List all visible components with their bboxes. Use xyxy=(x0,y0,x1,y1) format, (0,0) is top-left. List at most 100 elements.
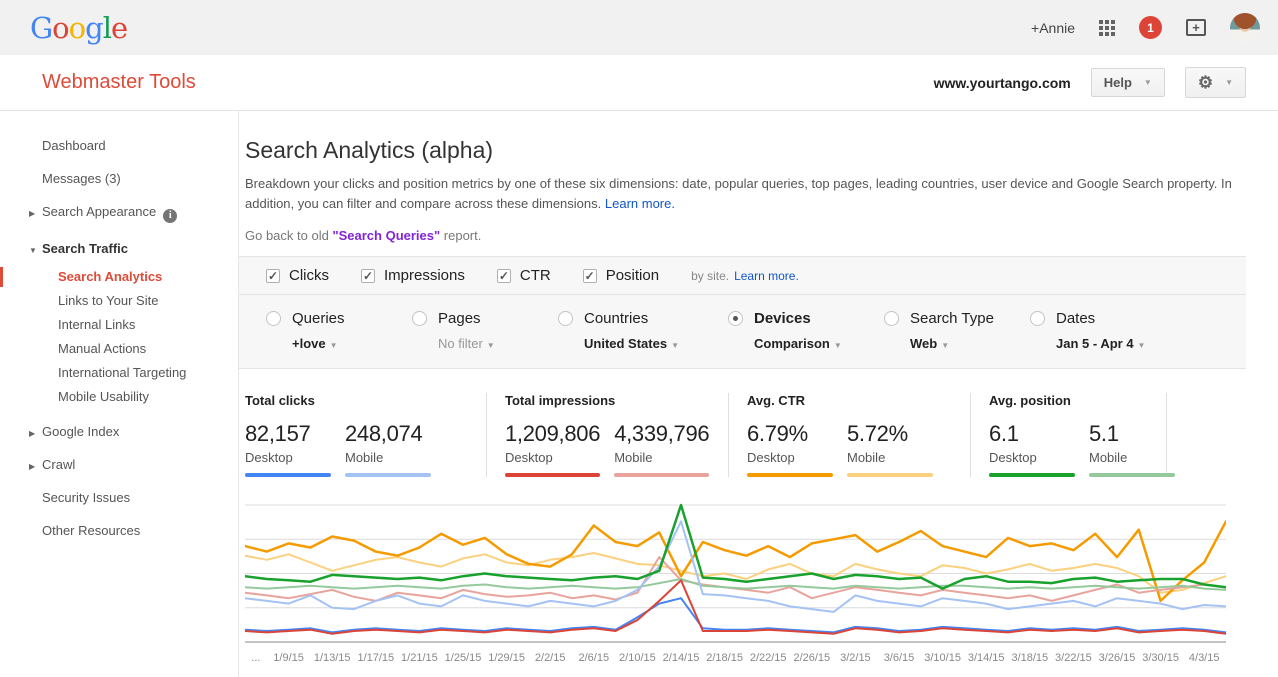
toggle-label: Impressions xyxy=(384,267,465,284)
chart-x-tick-label: 2/10/15 xyxy=(619,652,656,664)
chart-x-tick-label: 1/13/15 xyxy=(314,652,351,664)
app-title[interactable]: Webmaster Tools xyxy=(42,71,196,94)
dimension-devices[interactable]: DevicesComparison▼ xyxy=(728,310,884,351)
metric-device-label: Desktop xyxy=(505,450,600,465)
trend-chart-svg xyxy=(245,501,1226,647)
dimension-filter-dropdown[interactable]: United States▼ xyxy=(584,336,728,351)
account-name[interactable]: +Annie xyxy=(1031,20,1075,36)
dimension-filter-value: Comparison xyxy=(754,336,830,351)
sidebar-item-crawl[interactable]: ▶Crawl xyxy=(0,448,238,481)
google-logo-letter: g xyxy=(85,11,103,45)
metric-card-title: Total impressions xyxy=(505,393,728,408)
sidebar-item-security-issues[interactable]: Security Issues xyxy=(0,481,238,514)
sidebar-item-label: Google Index xyxy=(42,424,119,439)
dimension-label: Dates xyxy=(1056,310,1095,327)
sidebar-item-search-appearance[interactable]: ▶Search Appearancei xyxy=(0,195,238,232)
learn-more-link[interactable]: Learn more. xyxy=(605,196,675,211)
chevron-down-icon: ▼ xyxy=(1144,78,1152,87)
trend-chart xyxy=(245,501,1226,647)
chart-series-clicks-desktop xyxy=(245,598,1226,632)
metric-card-title: Total clicks xyxy=(245,393,486,408)
notifications-badge[interactable]: 1 xyxy=(1139,16,1162,39)
summary-metrics: Total clicks82,157Desktop248,074MobileTo… xyxy=(245,393,1246,477)
checkbox-icon[interactable]: ✓ xyxy=(583,269,597,283)
avatar[interactable] xyxy=(1230,13,1260,43)
apps-grid-icon[interactable] xyxy=(1099,20,1115,36)
dimension-dates[interactable]: Dates Jan 5 - Apr 4▼ xyxy=(1030,310,1176,351)
checkbox-icon[interactable]: ✓ xyxy=(497,269,511,283)
dimension-filter-dropdown[interactable]: Jan 5 - Apr 4▼ xyxy=(1056,336,1176,351)
help-button-label: Help xyxy=(1104,75,1132,90)
metric-color-bar xyxy=(989,473,1075,477)
sidebar-item-label: Search Analytics xyxy=(58,269,162,284)
google-logo[interactable]: Google xyxy=(30,11,127,45)
chart-x-tick-label: 3/6/15 xyxy=(884,652,915,664)
sidebar-item-label: Messages (3) xyxy=(42,171,121,186)
chevron-down-icon: ▼ xyxy=(487,341,495,350)
sidebar-item-label: Dashboard xyxy=(42,138,106,153)
google-logo-letter: o xyxy=(69,11,85,45)
toggle-position[interactable]: ✓Position xyxy=(583,267,659,284)
chevron-collapsed-icon[interactable]: ▶ xyxy=(29,206,35,221)
chevron-expanded-icon[interactable]: ▼ xyxy=(29,243,37,258)
dimension-countries[interactable]: CountriesUnited States▼ xyxy=(558,310,728,351)
chevron-down-icon: ▼ xyxy=(330,341,338,350)
chart-x-tick-label: 2/14/15 xyxy=(663,652,700,664)
main-content: Search Analytics (alpha) Breakdown your … xyxy=(239,111,1278,677)
metric-color-bar xyxy=(505,473,600,477)
share-box-icon[interactable]: + xyxy=(1186,19,1206,36)
radio-icon[interactable] xyxy=(558,311,573,326)
chart-x-tick-label: 1/25/15 xyxy=(445,652,482,664)
metric-entry-desktop: 1,209,806Desktop xyxy=(505,421,600,477)
dimension-filter-value: Jan 5 - Apr 4 xyxy=(1056,336,1134,351)
toggle-ctr[interactable]: ✓CTR xyxy=(497,267,551,284)
sidebar-item-internal-links[interactable]: Internal Links xyxy=(0,313,238,337)
dimension-queries[interactable]: Queries+love▼ xyxy=(266,310,412,351)
radio-icon[interactable] xyxy=(266,311,281,326)
dimension-filter-dropdown[interactable]: No filter▼ xyxy=(438,336,558,351)
help-button[interactable]: Help ▼ xyxy=(1091,68,1165,97)
chevron-collapsed-icon[interactable]: ▶ xyxy=(29,459,35,474)
sidebar-item-google-index[interactable]: ▶ Google Index xyxy=(0,415,238,448)
checkbox-icon[interactable]: ✓ xyxy=(361,269,375,283)
sidebar-item-other-resources[interactable]: Other Resources xyxy=(0,514,238,547)
radio-icon[interactable] xyxy=(728,311,743,326)
sidebar-item-links-to-your-site[interactable]: Links to Your Site xyxy=(0,289,238,313)
chart-x-tick-label: 2/26/15 xyxy=(793,652,830,664)
chart-x-tick-label: 3/2/15 xyxy=(840,652,871,664)
search-queries-link[interactable]: "Search Queries" xyxy=(332,228,440,243)
metric-card-avg-ctr: Avg. CTR6.79%Desktop5.72%Mobile xyxy=(729,393,971,477)
dimension-search-type[interactable]: Search TypeWeb▼ xyxy=(884,310,1030,351)
google-logo-letter: e xyxy=(111,11,127,45)
dimension-filter-dropdown[interactable]: +love▼ xyxy=(292,336,412,351)
radio-icon[interactable] xyxy=(412,311,427,326)
toggle-clicks[interactable]: ✓Clicks xyxy=(266,267,329,284)
chart-x-tick-label: 2/6/15 xyxy=(579,652,610,664)
sidebar-item-dashboard[interactable]: Dashboard xyxy=(0,129,238,162)
sidebar-item-international-targeting[interactable]: International Targeting xyxy=(0,361,238,385)
radio-icon[interactable] xyxy=(884,311,899,326)
checkbox-icon[interactable]: ✓ xyxy=(266,269,280,283)
dimension-pages[interactable]: PagesNo filter▼ xyxy=(412,310,558,351)
chart-x-tick-label: 2/18/15 xyxy=(706,652,743,664)
sidebar-item-search-traffic[interactable]: ▼Search Traffic xyxy=(0,232,238,265)
chevron-collapsed-icon[interactable]: ▶ xyxy=(29,426,35,441)
dimension-filter-dropdown[interactable]: Comparison▼ xyxy=(754,336,884,351)
chart-x-tick-label: ... xyxy=(251,652,260,664)
metric-value: 248,074 xyxy=(345,421,431,447)
toggle-impressions[interactable]: ✓ Impressions xyxy=(361,267,465,284)
go-back-prefix: Go back to old xyxy=(245,228,332,243)
sidebar-item-messages-3[interactable]: Messages (3) xyxy=(0,162,238,195)
by-site-learn-more-link[interactable]: Learn more. xyxy=(734,269,799,283)
info-icon[interactable]: i xyxy=(163,209,177,223)
dimension-filter-dropdown[interactable]: Web▼ xyxy=(910,336,1030,351)
metric-color-bar xyxy=(1089,473,1175,477)
radio-icon[interactable] xyxy=(1030,311,1045,326)
settings-button[interactable]: ⚙ ▼ xyxy=(1185,67,1246,98)
metric-value: 82,157 xyxy=(245,421,331,447)
sidebar-item-search-analytics[interactable]: Search Analytics xyxy=(0,265,238,289)
metric-color-bar xyxy=(345,473,431,477)
sidebar-item-manual-actions[interactable]: Manual Actions xyxy=(0,337,238,361)
metric-card-title: Avg. position xyxy=(989,393,1166,408)
sidebar-item-mobile-usability[interactable]: Mobile Usability xyxy=(0,385,238,409)
